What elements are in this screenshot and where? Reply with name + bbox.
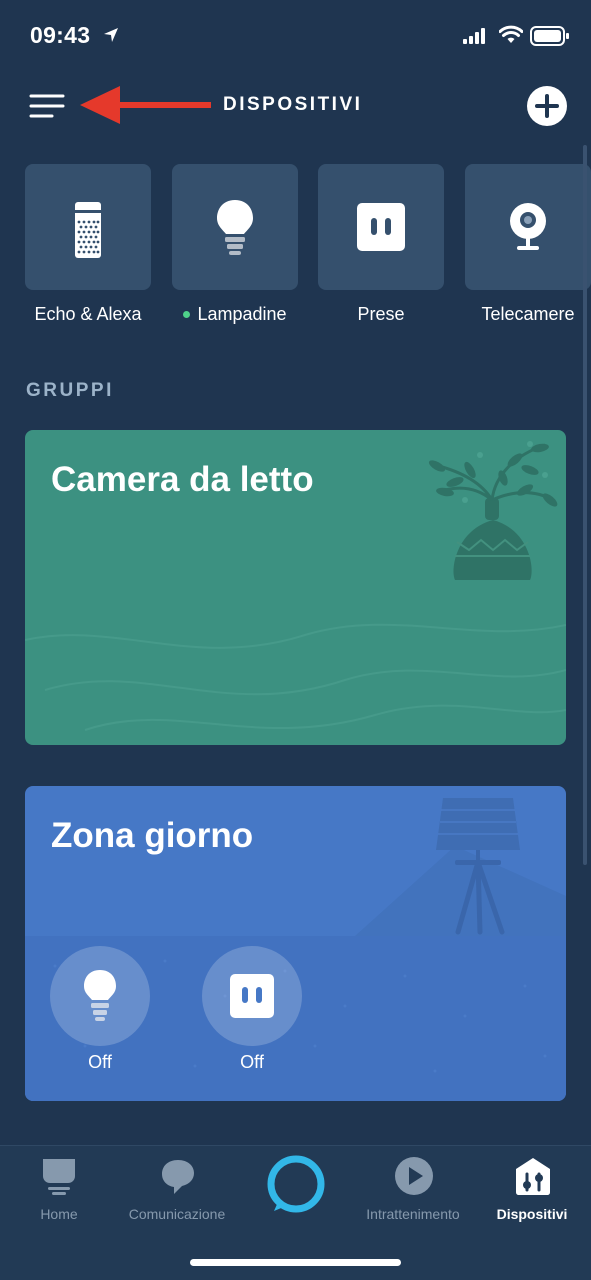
red-arrow-icon bbox=[80, 86, 211, 124]
header: DISPOSITIVI bbox=[0, 72, 591, 142]
camera-icon bbox=[510, 203, 546, 250]
category-label: Telecamere bbox=[481, 304, 575, 324]
nav-label: Dispositivi bbox=[496, 1206, 568, 1222]
groups-heading: GRUPPI bbox=[26, 380, 114, 401]
devices-icon bbox=[516, 1158, 550, 1195]
quick-control-plug[interactable]: Off bbox=[202, 946, 302, 1073]
wifi-icon bbox=[499, 25, 523, 43]
group-title: Zona giorno bbox=[51, 816, 254, 855]
light-bulb-icon bbox=[217, 200, 253, 255]
light-bulb-icon bbox=[84, 970, 116, 1021]
category-tile[interactable] bbox=[465, 164, 591, 290]
status-bar: 09:43 bbox=[0, 0, 591, 72]
nav-intrattenimento[interactable]: Intrattenimento bbox=[356, 1146, 470, 1236]
nav-home[interactable]: Home bbox=[18, 1146, 100, 1236]
hamburger-menu-icon[interactable] bbox=[28, 90, 68, 122]
group-card-zona-giorno[interactable]: Zona giorno Off Off bbox=[25, 786, 566, 1101]
category-tile[interactable] bbox=[318, 164, 444, 290]
plus-icon bbox=[535, 94, 559, 118]
nav-comunicazione[interactable]: Comunicazione bbox=[122, 1146, 232, 1236]
nav-label: Comunicazione bbox=[128, 1206, 226, 1222]
category-label: Lampadine bbox=[172, 304, 298, 325]
battery-icon bbox=[530, 26, 569, 46]
device-categories: Echo & Alexa Lampadine Prese Telecamere bbox=[25, 164, 591, 334]
cellular-signal-icon bbox=[463, 28, 485, 44]
category-label: Echo & Alexa bbox=[34, 304, 142, 324]
nav-label: Intrattenimento bbox=[366, 1206, 460, 1222]
location-arrow-icon bbox=[104, 28, 118, 42]
light-state-label: Off bbox=[88, 1052, 112, 1072]
alexa-ring-icon bbox=[267, 1155, 325, 1213]
quick-control-light[interactable]: Off bbox=[50, 946, 150, 1073]
add-device-button[interactable] bbox=[527, 86, 567, 126]
plug-icon bbox=[230, 974, 274, 1018]
plug-state-label: Off bbox=[240, 1052, 264, 1072]
scrollbar[interactable] bbox=[583, 145, 587, 865]
plug-icon bbox=[357, 203, 405, 251]
category-tile[interactable] bbox=[172, 164, 298, 290]
category-label: Prese bbox=[357, 304, 405, 324]
category-lampadine[interactable]: Lampadine bbox=[172, 164, 298, 325]
category-echo-alexa[interactable]: Echo & Alexa bbox=[25, 164, 151, 325]
category-telecamere[interactable]: Telecamere bbox=[465, 164, 591, 325]
nav-dispositivi[interactable]: Dispositivi bbox=[492, 1146, 572, 1236]
category-tile[interactable] bbox=[25, 164, 151, 290]
home-icon bbox=[43, 1159, 75, 1195]
echo-speaker-icon bbox=[75, 202, 101, 258]
play-icon bbox=[395, 1157, 433, 1195]
home-indicator[interactable] bbox=[190, 1259, 401, 1266]
chat-bubble-icon bbox=[162, 1160, 194, 1194]
nav-label: Home bbox=[40, 1206, 78, 1222]
category-prese[interactable]: Prese bbox=[318, 164, 444, 325]
group-card-camera-da-letto[interactable]: Camera da letto bbox=[25, 430, 566, 745]
light-toggle-button[interactable] bbox=[50, 946, 150, 1046]
nav-alexa[interactable] bbox=[262, 1146, 330, 1236]
plug-toggle-button[interactable] bbox=[202, 946, 302, 1046]
group-title: Camera da letto bbox=[51, 460, 314, 499]
page-title: DISPOSITIVI bbox=[223, 94, 363, 115]
status-time: 09:43 bbox=[30, 22, 91, 48]
status-dot bbox=[183, 311, 191, 318]
